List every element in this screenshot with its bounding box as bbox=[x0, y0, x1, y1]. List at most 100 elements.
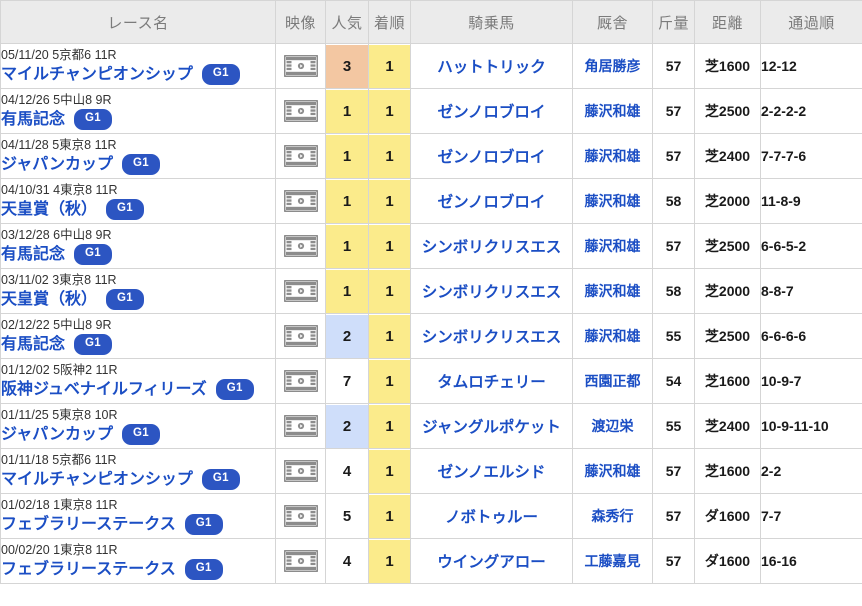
video-film-play-icon[interactable] bbox=[283, 279, 318, 303]
popularity-value: 4 bbox=[342, 462, 352, 480]
race-name-cell: 03/11/02 3東京8 11R 天皇賞（秋） G1 bbox=[0, 268, 276, 314]
grade-badge: G1 bbox=[74, 244, 112, 265]
horse-name-link[interactable]: タムロチェリー bbox=[437, 374, 546, 391]
video-cell[interactable] bbox=[275, 133, 326, 179]
finish-order-cell: 1 bbox=[368, 223, 411, 269]
video-film-play-icon[interactable] bbox=[283, 549, 318, 573]
horse-name-link[interactable]: シンボリクリスエス bbox=[422, 239, 562, 256]
video-cell[interactable] bbox=[275, 88, 326, 134]
horse-name-link[interactable]: ゼンノロブロイ bbox=[438, 104, 546, 121]
race-title-line: 有馬記念 G1 bbox=[1, 109, 275, 130]
finish-order-cell: 1 bbox=[368, 358, 411, 404]
horse-name-link[interactable]: ウイングアロー bbox=[437, 554, 546, 571]
video-cell[interactable] bbox=[275, 358, 326, 404]
stable-name-link[interactable]: 藤沢和雄 bbox=[585, 283, 641, 299]
video-cell[interactable] bbox=[275, 178, 326, 224]
video-film-play-icon[interactable] bbox=[283, 324, 318, 348]
race-name-link[interactable]: フェブラリーステークス bbox=[1, 515, 176, 535]
stable-name-link[interactable]: 藤沢和雄 bbox=[585, 148, 641, 164]
stable-name-link[interactable]: 藤沢和雄 bbox=[585, 193, 641, 209]
video-cell[interactable] bbox=[275, 223, 326, 269]
race-name-cell: 01/11/18 5京都6 11R マイルチャンピオンシップ G1 bbox=[0, 448, 276, 494]
popularity-cell: 4 bbox=[325, 538, 369, 584]
race-name-link[interactable]: 阪神ジュベナイルフィリーズ bbox=[1, 380, 207, 400]
horse-name-link[interactable]: ハットトリック bbox=[437, 59, 546, 76]
video-film-play-icon[interactable] bbox=[283, 54, 318, 78]
race-title-line: マイルチャンピオンシップ G1 bbox=[1, 64, 275, 85]
stable-name-link[interactable]: 角居勝彦 bbox=[585, 58, 641, 74]
race-title-line: ジャパンカップ G1 bbox=[1, 424, 275, 445]
table-row: 04/10/31 4東京8 11R 天皇賞（秋） G1 1 1 ゼンノロブロイ 藤沢和雄 58… bbox=[0, 178, 862, 224]
race-name-link[interactable]: フェブラリーステークス bbox=[1, 560, 176, 580]
passing-order-cell: 2-2 bbox=[760, 448, 862, 494]
horse-name-link[interactable]: ジャングルポケット bbox=[422, 419, 561, 436]
race-name-cell: 05/11/20 5京都6 11R マイルチャンピオンシップ G1 bbox=[0, 43, 276, 89]
stable-cell: 角居勝彦 bbox=[572, 43, 653, 89]
race-name-link[interactable]: 有馬記念 bbox=[1, 110, 65, 130]
video-cell[interactable] bbox=[275, 538, 326, 584]
race-name-link[interactable]: 有馬記念 bbox=[1, 245, 65, 265]
race-title-line: 天皇賞（秋） G1 bbox=[1, 289, 275, 310]
video-cell[interactable] bbox=[275, 493, 326, 539]
race-results-table-container: レース名 映像 人気 着順 騎乗馬 厩舎 斤量 距離 通過順 05/11/20 … bbox=[0, 0, 862, 584]
stable-name-link[interactable]: 藤沢和雄 bbox=[585, 238, 641, 254]
horse-cell: ハットトリック bbox=[410, 43, 573, 89]
horse-name-link[interactable]: シンボリクリスエス bbox=[422, 284, 562, 301]
stable-cell: 藤沢和雄 bbox=[572, 448, 653, 494]
grade-badge: G1 bbox=[184, 559, 223, 580]
passing-order-cell: 6-6-5-2 bbox=[760, 223, 862, 269]
horse-name-link[interactable]: ゼンノロブロイ bbox=[438, 194, 546, 211]
race-name-link[interactable]: マイルチャンピオンシップ bbox=[1, 65, 193, 85]
race-name-link[interactable]: 有馬記念 bbox=[1, 335, 65, 355]
horse-name-link[interactable]: シンボリクリスエス bbox=[422, 329, 562, 346]
video-cell[interactable] bbox=[275, 403, 326, 449]
race-name-link[interactable]: ジャパンカップ bbox=[1, 425, 113, 445]
race-name-link[interactable]: 天皇賞（秋） bbox=[1, 290, 97, 310]
stable-name-link[interactable]: 藤沢和雄 bbox=[585, 328, 641, 344]
finish-order-value: 1 bbox=[369, 269, 410, 313]
passing-order-cell: 8-8-7 bbox=[760, 268, 862, 314]
horse-name-link[interactable]: ゼンノエルシド bbox=[438, 464, 546, 481]
video-film-play-icon[interactable] bbox=[283, 504, 318, 528]
horse-cell: シンボリクリスエス bbox=[410, 223, 573, 269]
finish-order-value: 1 bbox=[369, 89, 410, 133]
stable-name-link[interactable]: 工藤嘉見 bbox=[585, 553, 641, 569]
video-cell[interactable] bbox=[275, 43, 326, 89]
race-meta-text: 04/10/31 4東京8 11R bbox=[1, 183, 118, 198]
finish-order-cell: 1 bbox=[368, 268, 411, 314]
column-header-weight: 斤量 bbox=[652, 0, 695, 44]
finish-order-cell: 1 bbox=[368, 538, 411, 584]
stable-name-link[interactable]: 西園正都 bbox=[585, 373, 641, 389]
column-header-popularity: 人気 bbox=[325, 0, 369, 44]
popularity-value: 1 bbox=[326, 179, 368, 223]
grade-badge: G1 bbox=[184, 514, 223, 535]
race-name-link[interactable]: ジャパンカップ bbox=[1, 155, 113, 175]
stable-name-link[interactable]: 森秀行 bbox=[592, 508, 634, 524]
horse-name-link[interactable]: ノボトゥルー bbox=[445, 509, 538, 526]
stable-cell: 藤沢和雄 bbox=[572, 178, 653, 224]
stable-name-link[interactable]: 渡辺栄 bbox=[592, 418, 634, 434]
video-cell[interactable] bbox=[275, 313, 326, 359]
video-film-play-icon[interactable] bbox=[283, 459, 318, 483]
race-title-line: 有馬記念 G1 bbox=[1, 244, 275, 265]
horse-name-link[interactable]: ゼンノロブロイ bbox=[438, 149, 546, 166]
video-film-play-icon[interactable] bbox=[283, 144, 318, 168]
video-film-play-icon[interactable] bbox=[283, 414, 318, 438]
race-name-link[interactable]: マイルチャンピオンシップ bbox=[1, 470, 193, 490]
video-cell[interactable] bbox=[275, 268, 326, 314]
video-film-play-icon[interactable] bbox=[283, 189, 318, 213]
stable-name-link[interactable]: 藤沢和雄 bbox=[585, 103, 641, 119]
grade-badge: G1 bbox=[122, 424, 160, 445]
stable-cell: 藤沢和雄 bbox=[572, 88, 653, 134]
video-film-play-icon[interactable] bbox=[283, 99, 318, 123]
finish-order-cell: 1 bbox=[368, 403, 411, 449]
column-header-stable: 厩舎 bbox=[572, 0, 653, 44]
video-cell[interactable] bbox=[275, 448, 326, 494]
race-name-link[interactable]: 天皇賞（秋） bbox=[1, 200, 97, 220]
distance-cell: ダ1600 bbox=[694, 493, 761, 539]
video-film-play-icon[interactable] bbox=[283, 234, 318, 258]
distance-cell: 芝2500 bbox=[694, 313, 761, 359]
stable-name-link[interactable]: 藤沢和雄 bbox=[585, 463, 641, 479]
popularity-value: 3 bbox=[326, 44, 368, 88]
video-film-play-icon[interactable] bbox=[283, 369, 318, 393]
